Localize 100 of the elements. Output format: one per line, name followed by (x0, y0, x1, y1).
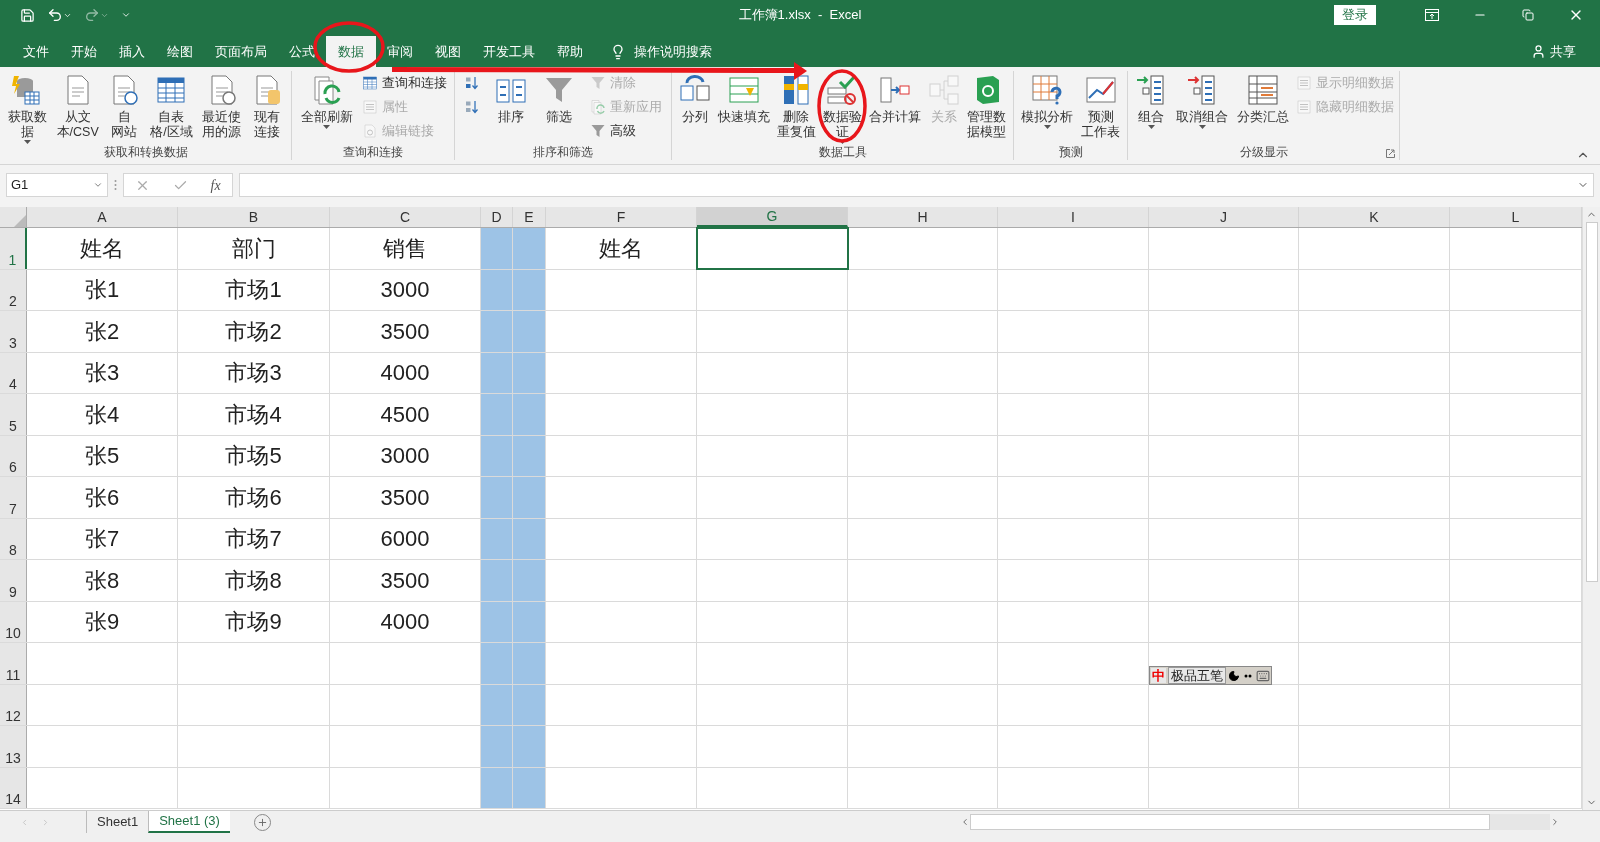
ribbon-tab[interactable]: 帮助 (546, 36, 594, 67)
scroll-left-icon[interactable] (960, 817, 970, 827)
ribbon-button[interactable]: 快速填充 (715, 71, 772, 145)
consolidate-icon (879, 74, 912, 106)
caret-icon[interactable] (93, 180, 103, 190)
horizontal-scrollbar[interactable] (970, 814, 1550, 830)
sheet-tab[interactable]: Sheet1 (3) (148, 811, 230, 833)
table-cell-text: 3500 (380, 566, 430, 595)
link-icon (362, 123, 379, 139)
group-label: 排序和筛选 (533, 145, 593, 160)
column-header[interactable]: G (697, 207, 848, 227)
row-header[interactable]: 5 (0, 394, 27, 435)
column-header[interactable]: D (481, 207, 513, 227)
row-header[interactable]: 14 (0, 767, 27, 808)
column-header[interactable]: H (848, 207, 998, 227)
row-header[interactable]: 9 (0, 560, 27, 601)
ribbon-tab[interactable]: 文件 (12, 36, 60, 67)
ribbon-button[interactable]: 排序 (492, 71, 529, 145)
ribbon-button[interactable]: 查询和连接 (362, 73, 448, 93)
ribbon-button[interactable]: 获取数 据 (5, 71, 49, 145)
row-header[interactable]: 3 (0, 311, 27, 352)
column-header[interactable]: A (27, 207, 178, 227)
input-mode-button[interactable]: 中 (1151, 668, 1166, 683)
ribbon-button[interactable]: 取消组合 (1174, 71, 1231, 145)
ribbon-tab[interactable]: 审阅 (376, 36, 424, 67)
ribbon-button[interactable]: 现有 连接 (249, 71, 286, 145)
insert-function-button[interactable]: fx (210, 174, 221, 196)
table-cell-text: 张1 (84, 276, 120, 305)
table-cell-text: 3500 (380, 317, 430, 346)
restore-icon[interactable] (1522, 9, 1534, 21)
dialog-launcher-icon[interactable] (1386, 149, 1395, 158)
ribbon-tab[interactable]: 数据 (326, 36, 376, 67)
ribbon-button[interactable]: 全部刷新 (298, 71, 355, 145)
table-cell-text: 市场9 (225, 608, 282, 637)
group-label: 查询和连接 (343, 145, 403, 160)
column-header[interactable]: K (1299, 207, 1450, 227)
table-cell-text: 4000 (380, 359, 430, 388)
undo-icon[interactable] (47, 7, 63, 23)
active-cell[interactable] (697, 228, 848, 269)
table-cell-text: 张9 (84, 608, 120, 637)
row-header[interactable]: 13 (0, 726, 27, 767)
share-button[interactable]: 共享 (1550, 41, 1576, 62)
ribbon-button[interactable]: 分列 (676, 71, 713, 145)
group-label: 数据工具 (818, 145, 867, 160)
row-header[interactable]: 2 (0, 269, 27, 310)
ribbon-button[interactable]: 自 网站 (106, 71, 143, 145)
tell-me-search[interactable]: 操作说明搜索 (634, 41, 712, 62)
subtotal-icon (1246, 74, 1279, 106)
moon-icon[interactable] (1228, 669, 1240, 682)
ribbon-tab[interactable]: 视图 (424, 36, 472, 67)
ribbon-button[interactable]: 合并计算 (867, 71, 924, 145)
ribbon-tab[interactable]: 公式 (278, 36, 326, 67)
table-icon (155, 74, 188, 106)
ribbon-button[interactable]: 从文 本/CSV (54, 71, 101, 145)
customize-icon[interactable] (121, 10, 131, 20)
formula-input[interactable] (239, 173, 1594, 197)
ribbon-tab[interactable]: 开始 (60, 36, 108, 67)
save-icon[interactable] (20, 7, 35, 23)
ribbon-tab[interactable]: 开发工具 (472, 36, 546, 67)
table-cell-text: 市场2 (225, 317, 282, 346)
keyboard-icon[interactable] (1256, 668, 1270, 683)
scroll-right-icon[interactable] (1550, 817, 1560, 827)
ribbon-button[interactable]: 高级 (589, 121, 662, 141)
row-header[interactable]: 7 (0, 477, 27, 518)
ribbon-button[interactable]: 筛选 (541, 71, 578, 145)
ribbon-button[interactable]: 管理数 据模型 (965, 71, 1009, 145)
ribbon-button[interactable]: 分类汇总 (1234, 71, 1291, 145)
ribbon-button[interactable]: 模拟分析 (1019, 71, 1075, 145)
row-header[interactable]: 1 (0, 228, 27, 269)
ribbon-button[interactable]: 组合 (1133, 71, 1170, 145)
ribbon-display-icon[interactable] (1425, 9, 1439, 21)
ribbon-tab[interactable]: 绘图 (156, 36, 204, 67)
ribbon-tab[interactable]: 页面布局 (204, 36, 278, 67)
row-header[interactable]: 6 (0, 435, 27, 476)
scrollbar-thumb[interactable] (1585, 222, 1598, 582)
table-cell-text: 4500 (380, 400, 430, 429)
column-header[interactable]: I (998, 207, 1149, 227)
row-header[interactable]: 10 (0, 601, 27, 642)
column-header[interactable]: B (178, 207, 330, 227)
column-header[interactable]: J (1149, 207, 1299, 227)
column-header[interactable]: E (513, 207, 546, 227)
redo-icon[interactable] (84, 7, 100, 23)
table-cell-text: 市场4 (225, 400, 282, 429)
sign-in-button[interactable]: 登录 (1334, 5, 1376, 25)
row-header[interactable]: 11 (0, 643, 27, 684)
ribbon-button[interactable]: 最近使 用的源 (200, 71, 244, 145)
row-header[interactable]: 8 (0, 518, 27, 559)
group-label: 分级显示 (1239, 145, 1288, 160)
ribbon-button[interactable]: 自表 格/区域 (148, 71, 195, 145)
column-header[interactable]: C (330, 207, 481, 227)
annotation-circle (313, 21, 385, 73)
name-box[interactable]: G1 (6, 173, 108, 197)
table-cell-text: 销售 (383, 234, 427, 263)
input-method-name[interactable]: 极品五笔 (1168, 667, 1226, 684)
ribbon-button[interactable]: 预测 工作表 (1079, 71, 1122, 145)
ribbon-button[interactable]: 数据验 证 (821, 71, 864, 145)
row-header[interactable]: 4 (0, 352, 27, 393)
ribbon-tab[interactable]: 插入 (108, 36, 156, 67)
table-cell-text: 6000 (380, 525, 430, 554)
row-header[interactable]: 12 (0, 684, 27, 725)
